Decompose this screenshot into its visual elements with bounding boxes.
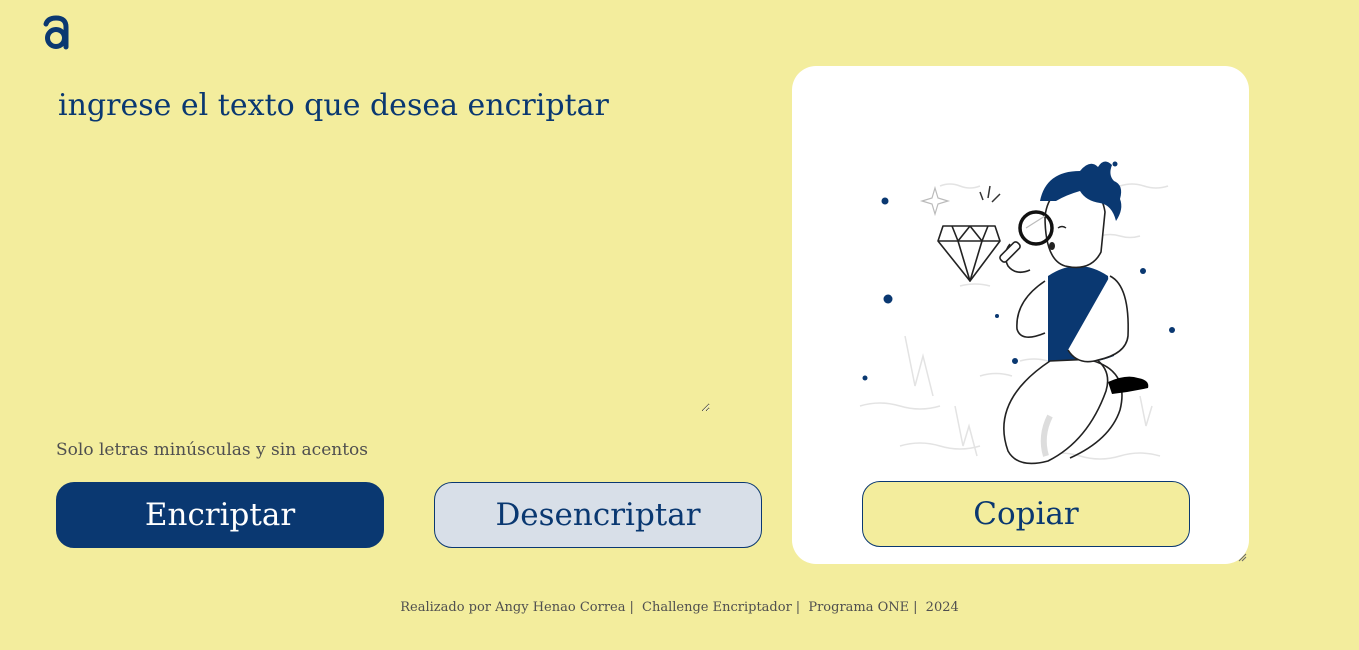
footer-year: 2024	[925, 600, 959, 615]
resize-handle-icon[interactable]	[1237, 552, 1247, 562]
footer-separator: |	[795, 600, 801, 615]
message-input[interactable]	[50, 80, 710, 412]
footer-separator: |	[913, 600, 918, 615]
decrypt-button[interactable]: Desencriptar	[434, 482, 762, 548]
footer-separator: |	[629, 600, 634, 615]
input-hint: Solo letras minúsculas y sin acentos	[56, 440, 369, 460]
output-panel: Copiar	[792, 66, 1249, 564]
footer-challenge: Challenge Encriptador	[642, 600, 792, 615]
copy-button[interactable]: Copiar	[862, 481, 1190, 547]
footer-author: Realizado por Angy Henao Correa	[400, 600, 626, 615]
alura-logo-icon	[43, 15, 69, 50]
encrypt-button[interactable]: Encriptar	[56, 482, 384, 548]
footer-program: Programa ONE	[808, 600, 910, 615]
footer: Realizado por Angy Henao Correa | Challen…	[0, 600, 1359, 615]
person-with-magnifying-glass-illustration	[859, 161, 1175, 465]
